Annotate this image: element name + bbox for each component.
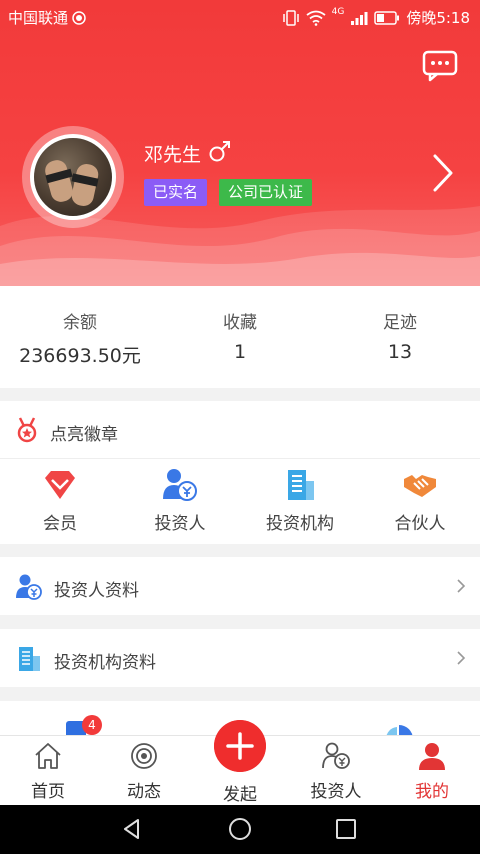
- clock: 傍晚5:18: [406, 9, 470, 27]
- stat-label: 收藏: [223, 313, 257, 333]
- investor-icon: [16, 574, 42, 600]
- notification-icon: [72, 10, 86, 25]
- user-icon: [419, 743, 445, 770]
- back-icon[interactable]: [120, 817, 144, 841]
- status-bar: 中国联通 4G 傍晚5:18: [0, 0, 480, 34]
- avatar-photo: [30, 134, 116, 220]
- chevron-right-icon: [457, 651, 466, 665]
- stat-footprints[interactable]: 足迹 13: [320, 308, 480, 363]
- chevron-right-icon: [457, 579, 466, 593]
- row-institution-profile[interactable]: 投资机构资料: [0, 629, 480, 687]
- verified-tag: 已实名: [144, 179, 208, 206]
- tab-label: 我的: [415, 782, 449, 802]
- badge-label: 投资人: [154, 514, 206, 534]
- row-investor-profile[interactable]: 投资人资料: [0, 557, 480, 615]
- stat-balance[interactable]: 余额 236693.50元: [0, 308, 160, 368]
- avatar[interactable]: [22, 126, 124, 228]
- tab-label: 动态: [127, 782, 161, 802]
- building-icon: [288, 470, 314, 500]
- medal-icon: [17, 417, 37, 443]
- vibrate-icon: [282, 9, 299, 26]
- male-icon: [209, 141, 230, 162]
- badges-title: 点亮徽章: [50, 425, 118, 445]
- tab-label: 投资人: [310, 782, 362, 802]
- company-verified-tag: 公司已认证: [219, 179, 313, 206]
- badge-label: 会员: [43, 514, 77, 534]
- system-nav-bar: [0, 805, 480, 854]
- wifi-icon: [306, 10, 326, 26]
- stat-label: 足迹: [383, 313, 417, 333]
- stat-value: 1: [233, 341, 247, 363]
- investor-icon: [322, 742, 350, 769]
- badge-label: 合伙人: [394, 514, 446, 534]
- chevron-right-icon[interactable]: [430, 152, 456, 194]
- tab-bar: 首页 动态 发起 投资人 我的: [0, 720, 480, 806]
- home-icon: [35, 743, 61, 769]
- tab-label: 首页: [31, 782, 65, 802]
- tab-home[interactable]: 首页: [0, 736, 96, 806]
- tab-feed[interactable]: 动态: [96, 736, 192, 806]
- building-icon: [19, 647, 40, 671]
- profile-header: 中国联通 4G 傍晚5:18 邓先生 已实名 公司已认证: [0, 0, 480, 286]
- tab-investors[interactable]: 投资人: [288, 736, 384, 806]
- stats-panel: 余额 236693.50元 收藏 1 足迹 13: [0, 286, 480, 388]
- carrier-name: 中国联通: [8, 9, 69, 27]
- stat-value: 236693.50元: [19, 345, 141, 367]
- tab-label: 发起: [223, 785, 257, 805]
- plus-icon[interactable]: [214, 720, 266, 772]
- diamond-icon: [45, 471, 75, 499]
- badge-member[interactable]: 会员: [0, 467, 120, 537]
- badge-partner[interactable]: 合伙人: [360, 467, 480, 537]
- row-label: 投资人资料: [54, 581, 139, 601]
- broadcast-icon: [131, 743, 157, 769]
- badges-header: 点亮徽章: [0, 401, 480, 459]
- badge-institution[interactable]: 投资机构: [240, 467, 360, 537]
- count-badge: 4: [82, 715, 102, 735]
- user-name: 邓先生: [144, 144, 202, 166]
- tab-mine[interactable]: 我的: [384, 736, 480, 806]
- network-type: 4G: [331, 6, 345, 17]
- handshake-icon: [404, 475, 436, 497]
- investor-icon: [163, 469, 197, 501]
- stat-label: 余额: [63, 313, 97, 333]
- message-icon[interactable]: [422, 50, 458, 82]
- badge-investor[interactable]: 投资人: [120, 467, 240, 537]
- battery-icon: [374, 10, 400, 25]
- stat-value: 13: [387, 341, 413, 363]
- stat-favorites[interactable]: 收藏 1: [160, 308, 320, 363]
- row-label: 投资机构资料: [54, 653, 156, 673]
- home-circle-icon[interactable]: [228, 817, 252, 841]
- badge-label: 投资机构: [266, 514, 334, 534]
- badges-section: 点亮徽章 会员 投资人 投资机构 合伙人: [0, 401, 480, 544]
- recents-icon[interactable]: [334, 817, 358, 841]
- signal-icon: [351, 11, 368, 25]
